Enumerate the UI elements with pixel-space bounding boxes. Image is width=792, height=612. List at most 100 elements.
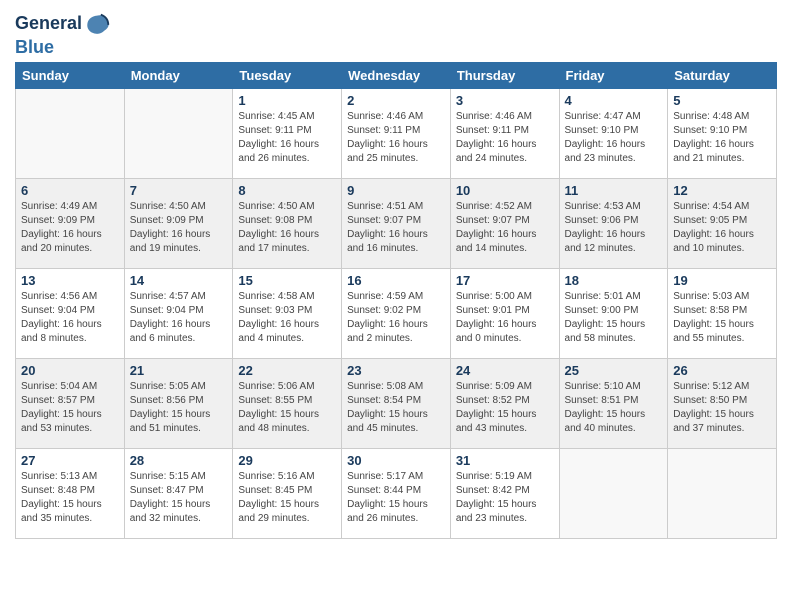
day-info: Sunrise: 5:17 AM Sunset: 8:44 PM Dayligh…: [347, 470, 445, 526]
day-info: Sunrise: 4:51 AM Sunset: 9:07 PM Dayligh…: [347, 200, 445, 256]
day-info: Sunrise: 5:09 AM Sunset: 8:52 PM Dayligh…: [456, 380, 554, 436]
day-info: Sunrise: 4:49 AM Sunset: 9:09 PM Dayligh…: [21, 200, 119, 256]
day-number: 25: [565, 363, 663, 378]
calendar-cell: 6Sunrise: 4:49 AM Sunset: 9:09 PM Daylig…: [16, 179, 125, 269]
calendar-cell: 5 Sunrise: 4:48 AM Sunset: 9:10 PM Daylig…: [668, 89, 777, 179]
calendar-cell: 24Sunrise: 5:09 AM Sunset: 8:52 PM Dayli…: [450, 359, 559, 449]
weekday-header-tuesday: Tuesday: [233, 63, 342, 89]
weekday-header-saturday: Saturday: [668, 63, 777, 89]
day-info: Sunrise: 4:50 AM Sunset: 9:08 PM Dayligh…: [238, 200, 336, 256]
day-number: 30: [347, 453, 445, 468]
calendar-cell: 29Sunrise: 5:16 AM Sunset: 8:45 PM Dayli…: [233, 449, 342, 539]
weekday-header-row: SundayMondayTuesdayWednesdayThursdayFrid…: [16, 63, 777, 89]
calendar-cell: 23Sunrise: 5:08 AM Sunset: 8:54 PM Dayli…: [342, 359, 451, 449]
day-info: Sunrise: 4:57 AM Sunset: 9:04 PM Dayligh…: [130, 290, 228, 346]
week-row-2: 6Sunrise: 4:49 AM Sunset: 9:09 PM Daylig…: [16, 179, 777, 269]
calendar-cell: 17 Sunrise: 5:00 AM Sunset: 9:01 PM Dayli…: [450, 269, 559, 359]
day-info: Sunrise: 4:48 AM Sunset: 9:10 PM Dayligh…: [673, 110, 771, 166]
calendar-cell: 22 Sunrise: 5:06 AM Sunset: 8:55 PM Dayli…: [233, 359, 342, 449]
day-number: 7: [130, 183, 228, 198]
day-number: 22: [238, 363, 336, 378]
calendar-cell: 9 Sunrise: 4:51 AM Sunset: 9:07 PM Daylig…: [342, 179, 451, 269]
calendar-cell: 27Sunrise: 5:13 AM Sunset: 8:48 PM Dayli…: [16, 449, 125, 539]
day-info: Sunrise: 5:16 AM Sunset: 8:45 PM Dayligh…: [238, 470, 336, 526]
day-info: Sunrise: 5:15 AM Sunset: 8:47 PM Dayligh…: [130, 470, 228, 526]
calendar-cell: 10 Sunrise: 4:52 AM Sunset: 9:07 PM Dayli…: [450, 179, 559, 269]
day-info: Sunrise: 5:01 AM Sunset: 9:00 PM Dayligh…: [565, 290, 663, 346]
calendar-cell: 1 Sunrise: 4:45 AM Sunset: 9:11 PM Daylig…: [233, 89, 342, 179]
day-number: 9: [347, 183, 445, 198]
calendar-cell: 2Sunrise: 4:46 AM Sunset: 9:11 PM Daylig…: [342, 89, 451, 179]
day-number: 8: [238, 183, 336, 198]
day-number: 15: [238, 273, 336, 288]
day-info: Sunrise: 4:47 AM Sunset: 9:10 PM Dayligh…: [565, 110, 663, 166]
calendar-cell: [16, 89, 125, 179]
day-info: Sunrise: 4:56 AM Sunset: 9:04 PM Dayligh…: [21, 290, 119, 346]
day-info: Sunrise: 4:58 AM Sunset: 9:03 PM Dayligh…: [238, 290, 336, 346]
calendar-cell: [559, 449, 668, 539]
day-number: 13: [21, 273, 119, 288]
calendar-cell: 16Sunrise: 4:59 AM Sunset: 9:02 PM Dayli…: [342, 269, 451, 359]
day-info: Sunrise: 4:52 AM Sunset: 9:07 PM Dayligh…: [456, 200, 554, 256]
day-number: 14: [130, 273, 228, 288]
day-number: 12: [673, 183, 771, 198]
day-info: Sunrise: 5:05 AM Sunset: 8:56 PM Dayligh…: [130, 380, 228, 436]
week-row-1: 1 Sunrise: 4:45 AM Sunset: 9:11 PM Daylig…: [16, 89, 777, 179]
calendar-cell: 19 Sunrise: 5:03 AM Sunset: 8:58 PM Dayli…: [668, 269, 777, 359]
day-number: 11: [565, 183, 663, 198]
day-number: 28: [130, 453, 228, 468]
day-number: 5: [673, 93, 771, 108]
day-info: Sunrise: 4:50 AM Sunset: 9:09 PM Dayligh…: [130, 200, 228, 256]
day-info: Sunrise: 4:53 AM Sunset: 9:06 PM Dayligh…: [565, 200, 663, 256]
day-info: Sunrise: 5:12 AM Sunset: 8:50 PM Dayligh…: [673, 380, 771, 436]
day-info: Sunrise: 4:45 AM Sunset: 9:11 PM Dayligh…: [238, 110, 336, 166]
calendar-cell: 26 Sunrise: 5:12 AM Sunset: 8:50 PM Dayli…: [668, 359, 777, 449]
day-info: Sunrise: 4:59 AM Sunset: 9:02 PM Dayligh…: [347, 290, 445, 346]
calendar-cell: 12 Sunrise: 4:54 AM Sunset: 9:05 PM Dayli…: [668, 179, 777, 269]
day-info: Sunrise: 5:03 AM Sunset: 8:58 PM Dayligh…: [673, 290, 771, 346]
day-number: 4: [565, 93, 663, 108]
week-row-4: 20 Sunrise: 5:04 AM Sunset: 8:57 PM Dayli…: [16, 359, 777, 449]
calendar-cell: 21 Sunrise: 5:05 AM Sunset: 8:56 PM Dayli…: [124, 359, 233, 449]
day-number: 27: [21, 453, 119, 468]
day-info: Sunrise: 5:06 AM Sunset: 8:55 PM Dayligh…: [238, 380, 336, 436]
logo-blue: Blue: [15, 37, 54, 57]
day-info: Sunrise: 5:00 AM Sunset: 9:01 PM Dayligh…: [456, 290, 554, 346]
logo-text: General: [15, 14, 82, 34]
day-number: 21: [130, 363, 228, 378]
day-info: Sunrise: 5:10 AM Sunset: 8:51 PM Dayligh…: [565, 380, 663, 436]
day-number: 31: [456, 453, 554, 468]
day-number: 18: [565, 273, 663, 288]
calendar-cell: 7 Sunrise: 4:50 AM Sunset: 9:09 PM Daylig…: [124, 179, 233, 269]
logo-icon: [84, 10, 112, 38]
day-info: Sunrise: 5:04 AM Sunset: 8:57 PM Dayligh…: [21, 380, 119, 436]
calendar-cell: 25 Sunrise: 5:10 AM Sunset: 8:51 PM Dayli…: [559, 359, 668, 449]
week-row-5: 27Sunrise: 5:13 AM Sunset: 8:48 PM Dayli…: [16, 449, 777, 539]
day-number: 19: [673, 273, 771, 288]
day-number: 10: [456, 183, 554, 198]
day-number: 17: [456, 273, 554, 288]
day-number: 3: [456, 93, 554, 108]
weekday-header-wednesday: Wednesday: [342, 63, 451, 89]
day-number: 26: [673, 363, 771, 378]
day-info: Sunrise: 4:54 AM Sunset: 9:05 PM Dayligh…: [673, 200, 771, 256]
calendar-cell: 11 Sunrise: 4:53 AM Sunset: 9:06 PM Dayli…: [559, 179, 668, 269]
day-info: Sunrise: 4:46 AM Sunset: 9:11 PM Dayligh…: [347, 110, 445, 166]
calendar-table: SundayMondayTuesdayWednesdayThursdayFrid…: [15, 62, 777, 539]
day-info: Sunrise: 5:08 AM Sunset: 8:54 PM Dayligh…: [347, 380, 445, 436]
weekday-header-monday: Monday: [124, 63, 233, 89]
calendar-cell: 14 Sunrise: 4:57 AM Sunset: 9:04 PM Dayli…: [124, 269, 233, 359]
header: General Blue: [15, 10, 777, 58]
calendar-cell: [124, 89, 233, 179]
calendar-cell: 18 Sunrise: 5:01 AM Sunset: 9:00 PM Dayli…: [559, 269, 668, 359]
week-row-3: 13 Sunrise: 4:56 AM Sunset: 9:04 PM Dayli…: [16, 269, 777, 359]
page-container: General Blue SundayMondayTuesdayWednesda…: [0, 0, 792, 554]
weekday-header-friday: Friday: [559, 63, 668, 89]
day-number: 20: [21, 363, 119, 378]
calendar-cell: 8 Sunrise: 4:50 AM Sunset: 9:08 PM Daylig…: [233, 179, 342, 269]
calendar-cell: 28 Sunrise: 5:15 AM Sunset: 8:47 PM Dayli…: [124, 449, 233, 539]
calendar-cell: 4 Sunrise: 4:47 AM Sunset: 9:10 PM Daylig…: [559, 89, 668, 179]
day-info: Sunrise: 5:19 AM Sunset: 8:42 PM Dayligh…: [456, 470, 554, 526]
weekday-header-thursday: Thursday: [450, 63, 559, 89]
day-number: 1: [238, 93, 336, 108]
